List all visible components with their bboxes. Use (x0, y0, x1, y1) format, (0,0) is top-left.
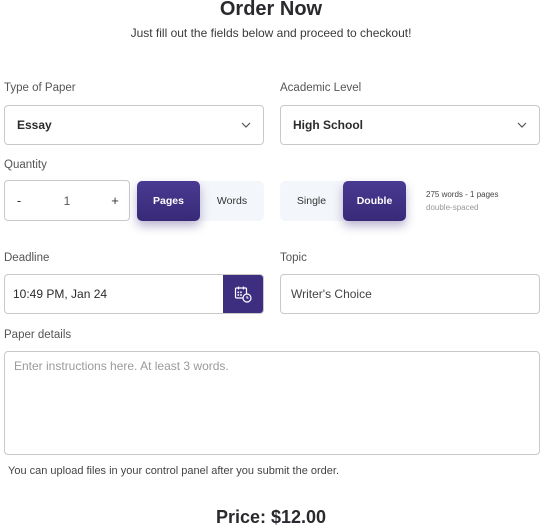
words-toggle[interactable]: Words (200, 181, 264, 221)
decrement-button[interactable]: - (5, 193, 33, 208)
increment-button[interactable]: + (101, 193, 129, 208)
word-count-hint: 275 words - 1 pages (426, 190, 499, 199)
spacing-hint: 275 words - 1 pages double-spaced (426, 188, 499, 214)
paper-details-label: Paper details (4, 329, 72, 341)
type-of-paper-value: Essay (17, 118, 52, 132)
quantity-label: Quantity (4, 159, 47, 171)
upload-note: You can upload files in your control pan… (8, 465, 340, 477)
page-subtitle: Just fill out the fields below and proce… (130, 26, 412, 40)
deadline-field[interactable]: 10:49 PM, Jan 24 (4, 274, 264, 314)
academic-level-label: Academic Level (280, 82, 362, 94)
topic-label: Topic (280, 252, 307, 264)
pages-toggle[interactable]: Pages (137, 181, 200, 221)
type-of-paper-label: Type of Paper (4, 82, 76, 94)
academic-level-value: High School (293, 118, 363, 132)
unit-toggle-group: Pages Words (137, 181, 264, 221)
spacing-toggle-group: Single Double (280, 181, 406, 221)
double-spacing-toggle[interactable]: Double (343, 181, 406, 221)
type-of-paper-select[interactable]: Essay (4, 105, 264, 145)
academic-level-select[interactable]: High School (280, 105, 540, 145)
chevron-down-icon (241, 122, 251, 128)
order-form: Order Now Just fill out the fields below… (0, 0, 542, 526)
deadline-value: 10:49 PM, Jan 24 (13, 287, 108, 301)
spacing-hint-text: double-spaced (426, 203, 479, 212)
quantity-stepper: - 1 + (4, 180, 130, 221)
single-spacing-toggle[interactable]: Single (280, 181, 343, 221)
topic-input[interactable]: Writer's Choice (280, 274, 540, 314)
calendar-clock-icon (234, 286, 252, 303)
chevron-down-icon (517, 122, 527, 128)
page-title: Order Now (219, 0, 323, 20)
paper-details-textarea[interactable]: Enter instructions here. At least 3 word… (4, 351, 540, 455)
deadline-label: Deadline (4, 252, 50, 264)
calendar-button[interactable] (223, 275, 263, 313)
price-total: Price: $12.00 (215, 507, 327, 526)
quantity-value[interactable]: 1 (33, 194, 101, 208)
